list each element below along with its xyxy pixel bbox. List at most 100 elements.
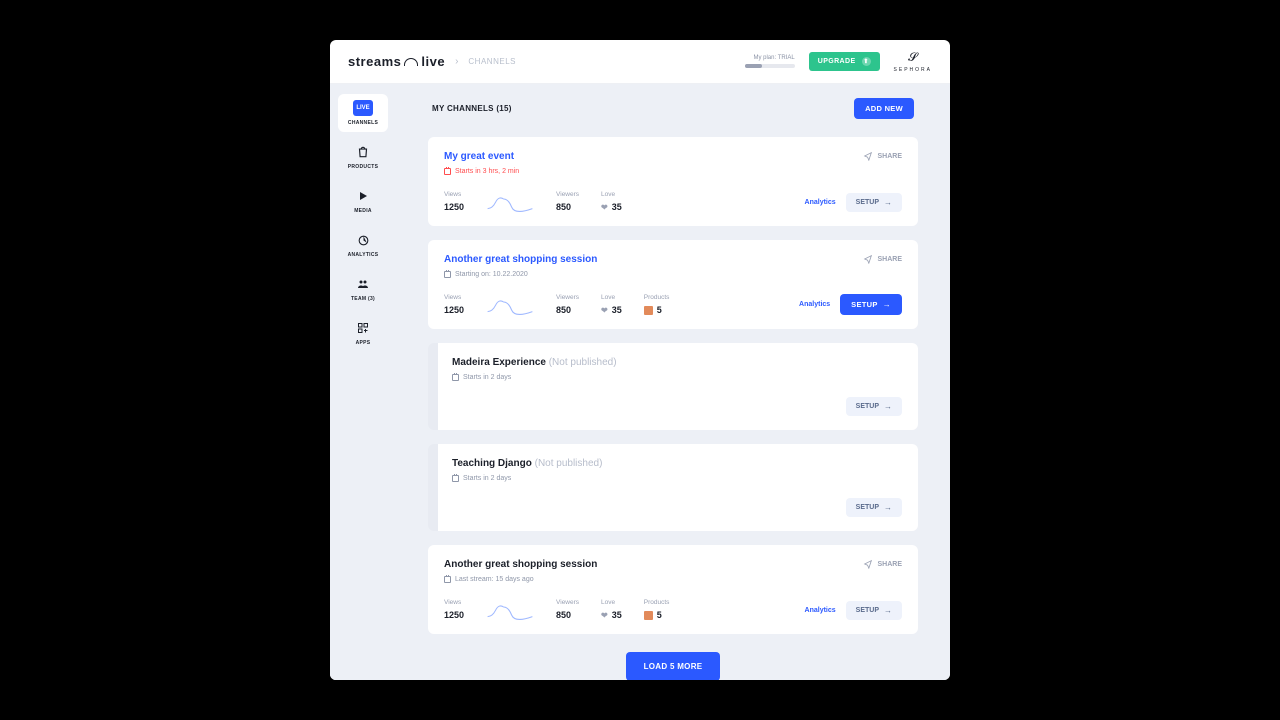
arrow-right-icon: → — [884, 402, 892, 411]
sidebar-item-label: TEAM (3) — [351, 296, 375, 302]
calendar-icon — [452, 475, 459, 482]
bag-icon — [644, 306, 653, 315]
heart-icon: ❤ — [601, 611, 608, 620]
arrow-right-icon: → — [883, 300, 891, 309]
channel-card: My great event Starts in 3 hrs, 2 min SHAR… — [428, 137, 918, 226]
sidebar-item-apps[interactable]: APPS — [338, 314, 388, 352]
channel-card: Madeira Experience (Not published)Starts… — [428, 343, 918, 430]
channel-meta: Starts in 3 hrs, 2 min — [444, 168, 519, 175]
analytics-link[interactable]: Analytics — [799, 301, 830, 308]
share-button[interactable]: SHARE — [863, 559, 902, 569]
channel-title[interactable]: Another great shopping session — [444, 254, 597, 265]
stat-products: 5 — [644, 610, 670, 620]
setup-button[interactable]: SETUP→ — [840, 294, 902, 315]
setup-button[interactable]: SETUP→ — [846, 397, 902, 416]
sidebar-item-label: CHANNELS — [348, 120, 378, 126]
sparkline — [486, 194, 534, 212]
app-window: streams live › CHANNELS My plan: TRIAL U… — [330, 40, 950, 680]
chevron-right-icon: › — [455, 56, 458, 67]
sparkline-icon — [486, 602, 534, 620]
app-logo[interactable]: streams live — [348, 54, 445, 69]
sidebar-item-media[interactable]: MEDIA — [338, 182, 388, 220]
client-name: SEPHORA — [894, 67, 932, 73]
arrow-right-icon: → — [884, 503, 892, 512]
channel-card: Teaching Django (Not published)Starts in… — [428, 444, 918, 531]
sidebar-item-label: PRODUCTS — [348, 164, 378, 170]
sidebar-item-channels[interactable]: LIVE CHANNELS — [338, 94, 388, 132]
sparkline — [486, 297, 534, 315]
channel-meta: Last stream: 15 days ago — [444, 576, 597, 583]
channel-card: Another great shopping session Starting o… — [428, 240, 918, 329]
topbar-right: My plan: TRIAL UPGRADE ⬆ 𝓢 SEPHORA — [745, 50, 932, 73]
plan-label: My plan: TRIAL — [753, 55, 794, 61]
bag-icon — [353, 144, 373, 160]
client-logo[interactable]: 𝓢 SEPHORA — [894, 50, 932, 73]
channel-title[interactable]: Another great shopping session — [444, 559, 597, 570]
sidebar: LIVE CHANNELS PRODUCTS MEDIA — [330, 84, 396, 680]
stat-views: 1250 — [444, 305, 464, 315]
wave-icon — [404, 58, 418, 66]
channel-stats: SETUP→ — [452, 498, 902, 517]
logo-text-a: streams — [348, 54, 401, 69]
calendar-icon — [444, 576, 451, 583]
channel-title[interactable]: Madeira Experience (Not published) — [452, 357, 617, 368]
stat-viewers: 850 — [556, 610, 579, 620]
channel-stats: Views1250Viewers850Love❤35Products5Analy… — [444, 294, 902, 315]
calendar-icon — [444, 168, 451, 175]
sparkline-icon — [486, 194, 534, 212]
share-button[interactable]: SHARE — [863, 254, 902, 264]
channel-title[interactable]: My great event — [444, 151, 519, 162]
analytics-link[interactable]: Analytics — [805, 199, 836, 206]
setup-button[interactable]: SETUP→ — [846, 601, 902, 620]
load-more-row: LOAD 5 MORE — [428, 652, 918, 680]
stat-viewers: 850 — [556, 202, 579, 212]
heart-icon: ❤ — [601, 306, 608, 315]
share-icon — [863, 254, 873, 264]
arrow-right-icon: → — [884, 606, 892, 615]
topbar: streams live › CHANNELS My plan: TRIAL U… — [330, 40, 950, 84]
calendar-icon — [444, 271, 451, 278]
main-content: MY CHANNELS (15) ADD NEW My great eventS… — [396, 84, 950, 680]
sidebar-item-label: ANALYTICS — [348, 252, 379, 258]
plan-progress — [745, 64, 795, 68]
team-icon — [353, 276, 373, 292]
sparkline-icon — [486, 297, 534, 315]
setup-button[interactable]: SETUP→ — [846, 498, 902, 517]
client-mark-icon: 𝓢 — [908, 50, 917, 65]
bag-icon — [644, 611, 653, 620]
breadcrumb[interactable]: CHANNELS — [468, 57, 516, 66]
heart-icon: ❤ — [601, 203, 608, 212]
sidebar-item-analytics[interactable]: ANALYTICS — [338, 226, 388, 264]
logo-text-b: live — [421, 54, 445, 69]
sidebar-item-label: APPS — [356, 340, 371, 346]
stat-love: ❤35 — [601, 610, 622, 620]
sparkline — [486, 602, 534, 620]
stat-products: 5 — [644, 305, 670, 315]
channel-title[interactable]: Teaching Django (Not published) — [452, 458, 602, 469]
sidebar-item-team[interactable]: TEAM (3) — [338, 270, 388, 308]
load-more-button[interactable]: LOAD 5 MORE — [626, 652, 721, 680]
upgrade-button[interactable]: UPGRADE ⬆ — [809, 52, 880, 71]
brand-block: streams live › CHANNELS — [348, 54, 516, 69]
plan-widget[interactable]: My plan: TRIAL — [745, 55, 795, 68]
apps-icon — [353, 320, 373, 336]
analytics-link[interactable]: Analytics — [805, 607, 836, 614]
unpublished-tag: (Not published) — [535, 458, 603, 469]
lock-icon: ⬆ — [862, 57, 871, 66]
arrow-right-icon: → — [884, 198, 892, 207]
stat-views: 1250 — [444, 610, 464, 620]
stat-views: 1250 — [444, 202, 464, 212]
sidebar-item-products[interactable]: PRODUCTS — [338, 138, 388, 176]
pie-icon — [353, 232, 373, 248]
play-icon — [353, 188, 373, 204]
setup-button[interactable]: SETUP→ — [846, 193, 902, 212]
live-icon: LIVE — [353, 100, 373, 116]
stat-love: ❤35 — [601, 305, 622, 315]
channel-stats: SETUP→ — [452, 397, 902, 416]
share-icon — [863, 151, 873, 161]
add-new-button[interactable]: ADD NEW — [854, 98, 914, 119]
stat-viewers: 850 — [556, 305, 579, 315]
share-icon — [863, 559, 873, 569]
channel-meta: Starting on: 10.22.2020 — [444, 271, 597, 278]
share-button[interactable]: SHARE — [863, 151, 902, 161]
